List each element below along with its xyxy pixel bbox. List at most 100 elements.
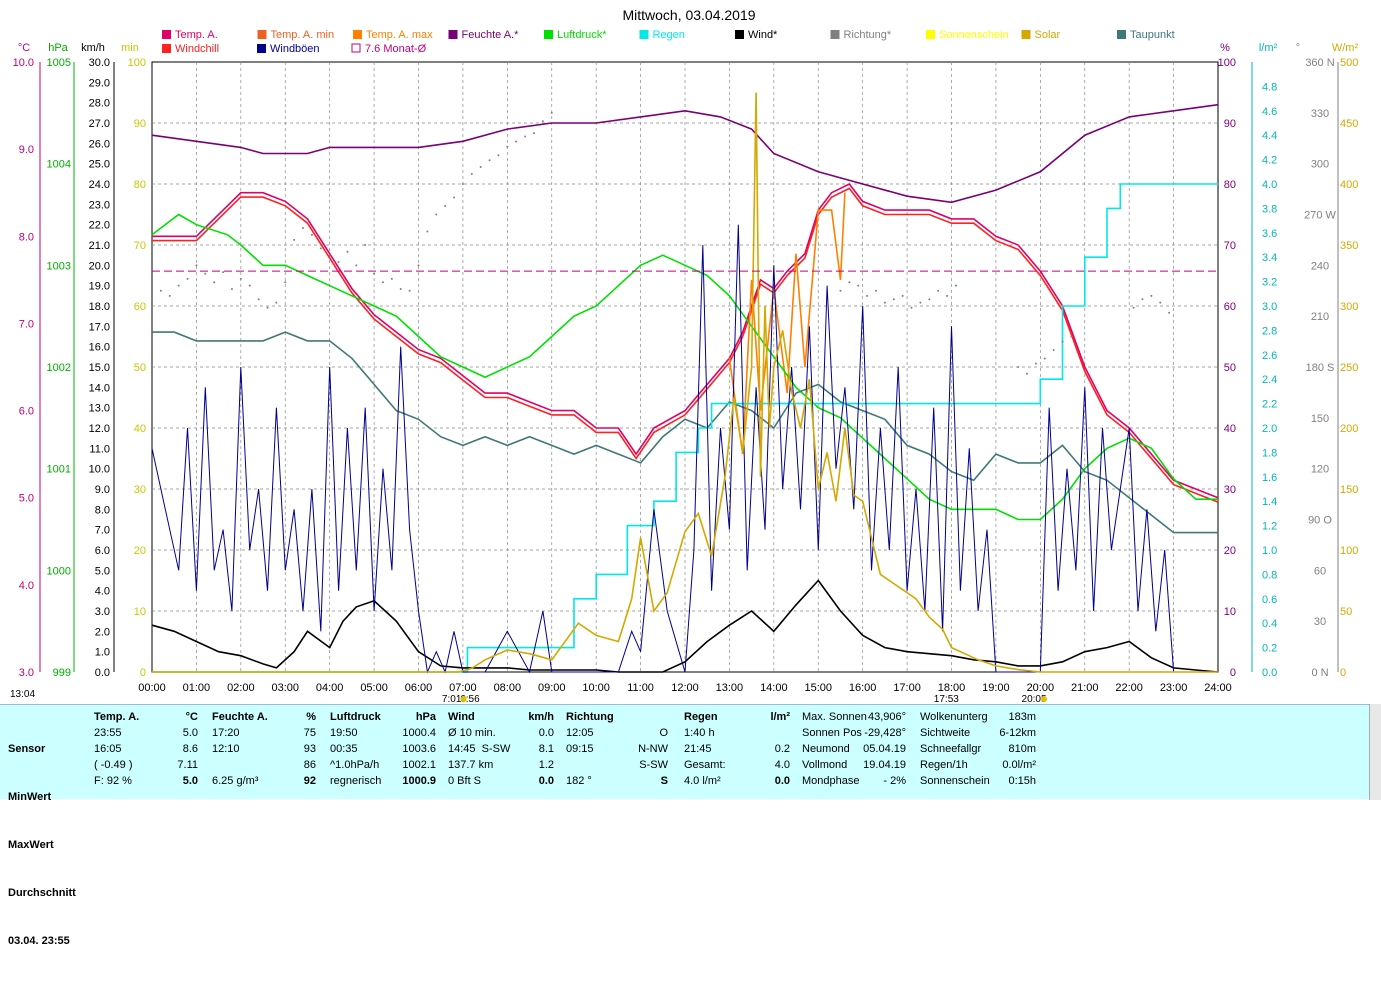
stats-cell-label: 09:15 <box>566 743 594 755</box>
stats-cell-value: 8.6 <box>182 743 198 755</box>
stats-cell-label: 12:10 <box>212 743 240 755</box>
stats-col_hum: Feuchte A.% 17:20 75 12:10 93 86 6.25 g/m³ 92 <box>212 709 316 789</box>
vertical-scrollbar[interactable] <box>1369 704 1381 800</box>
legend-swatch <box>830 30 840 39</box>
rain-tick-label: 1.8 <box>1262 447 1277 459</box>
stats-row: 6.25 g/m³ 92 <box>212 773 316 789</box>
x-tick-label: 05:00 <box>360 682 388 694</box>
legend-label: Luftdruck* <box>557 29 607 41</box>
rain-tick-label: 4.2 <box>1262 155 1277 167</box>
direction-point <box>381 281 384 284</box>
direction-point <box>177 284 180 287</box>
x-tick-label: 02:00 <box>227 682 255 694</box>
stats-col_wind: Wind km/h Ø 10 min. 0.0 14:45 S-SW 8.1 137.7 k… <box>448 709 554 789</box>
direction-point <box>910 306 913 309</box>
x-tick-label: 18:00 <box>938 682 966 694</box>
rain-tick-label: 0.0 <box>1262 667 1277 679</box>
stats-row: 12:05 O <box>566 725 668 741</box>
solar-tick-label: 500 <box>1340 57 1358 69</box>
solar-tick-label: 350 <box>1340 240 1358 252</box>
stats-row: 19:50 1000.4 <box>330 725 436 741</box>
legend-swatch <box>735 30 744 39</box>
direction-point <box>266 306 269 309</box>
x-tick-label: 03:00 <box>271 682 299 694</box>
direction-point <box>213 281 216 284</box>
stats-row: Max. Sonnen 43,906° <box>802 709 906 725</box>
direction-point <box>497 154 500 157</box>
legend-label: Temp. A. <box>175 29 218 41</box>
direction-point <box>479 166 482 169</box>
stats-row: Wolkenunterg 183m <box>920 709 1036 725</box>
stats-unit: km/h <box>528 711 554 723</box>
stats-cell-label: 182 ° <box>566 775 592 787</box>
direction-point <box>444 205 447 208</box>
temp-tick-label: 10.0 <box>13 57 34 69</box>
direction-point <box>275 301 278 304</box>
direction-point <box>239 277 242 280</box>
stats-cell-value: 0.0l/m² <box>1002 759 1036 771</box>
stats-row: regnerisch 1000.9 <box>330 773 436 789</box>
stats-row: 1:40 h <box>684 725 790 741</box>
solar-tick-label: 50 <box>1340 606 1352 618</box>
stats-row: Vollmond 19.04.19 <box>802 757 906 773</box>
direction-point <box>222 271 225 274</box>
stats-row: ( -0.49 ) 7.11 <box>94 757 198 773</box>
stats-cell-label: ^1.0hPa/h <box>330 759 380 771</box>
direction-point <box>541 120 544 123</box>
rain-tick-label: 4.4 <box>1262 130 1277 142</box>
hum-tick-label: 90 <box>1224 118 1236 130</box>
rain-tick-label: 0.6 <box>1262 594 1277 606</box>
wind-tick-label: 24.0 <box>89 179 110 191</box>
hum-tick-label: 10 <box>1224 606 1236 618</box>
stats-cell-label: 00:35 <box>330 743 358 755</box>
legend-label: Temp. A. min <box>271 29 335 41</box>
x-tick-label: 23:00 <box>1160 682 1188 694</box>
legend-swatch <box>1021 30 1031 39</box>
stats-row: 86 <box>212 757 316 773</box>
stats-cell-label: Sonnen Pos <box>802 727 862 739</box>
direction-point <box>284 281 287 284</box>
direction-point <box>874 289 877 292</box>
rain-tick-label: 2.2 <box>1262 399 1277 411</box>
legend-label: Windchill <box>175 43 219 55</box>
minutes-tick-label: 90 <box>134 118 146 130</box>
stats-cell-value: 1002.1 <box>402 759 436 771</box>
stats-cell-value: 19.04.19 <box>863 759 906 771</box>
dir-tick-label: 360 N <box>1305 57 1334 69</box>
stats-row: 4.0 l/m² 0.0 <box>684 773 790 789</box>
stats-cell-value: 0.2 <box>774 743 790 755</box>
x-tick-label: 17:00 <box>893 682 921 694</box>
wind-tick-label: 26.0 <box>89 138 110 150</box>
direction-point <box>1132 306 1135 309</box>
wind-tick-label: 12.0 <box>89 423 110 435</box>
x-tick-label: 24:00 <box>1204 682 1232 694</box>
direction-point <box>532 132 535 135</box>
hum-tick-label: 70 <box>1224 240 1236 252</box>
dir-axis-unit: ° <box>1296 42 1300 54</box>
dir-tick-label: 90 O <box>1308 515 1332 527</box>
stats-cell-label: regnerisch <box>330 775 382 787</box>
rain-tick-label: 3.4 <box>1262 252 1277 264</box>
stats-cell-value: 75 <box>303 727 316 739</box>
stats-row: Neumond 05.04.19 <box>802 741 906 757</box>
x-tick-label: 12:00 <box>671 682 699 694</box>
legend-label: 7.6 Monat-Ø <box>365 43 427 55</box>
dir-tick-label: 210 <box>1311 311 1329 323</box>
stats-row: Regen/1h 0.0l/m² <box>920 757 1036 773</box>
press-tick-label: 1001 <box>47 464 71 476</box>
stats-cell-value: S <box>660 775 668 787</box>
solar-tick-label: 250 <box>1340 362 1358 374</box>
hum-tick-label: 60 <box>1224 301 1236 313</box>
dir-tick-label: 30 <box>1314 616 1326 628</box>
direction-point <box>346 250 349 253</box>
stats-header: Wind km/h <box>448 711 554 723</box>
stats-cell-label: 23:55 <box>94 727 122 739</box>
x-tick-label: 08:00 <box>494 682 522 694</box>
legend-swatch <box>162 30 171 39</box>
direction-point <box>390 277 393 280</box>
stats-cell-value: -29,428° <box>864 727 906 739</box>
wind-tick-label: 28.0 <box>89 98 110 110</box>
stats-cell-value: 0:15h <box>1008 775 1036 787</box>
wind-tick-label: 20.0 <box>89 260 110 272</box>
wind-tick-label: 4.0 <box>95 586 110 598</box>
